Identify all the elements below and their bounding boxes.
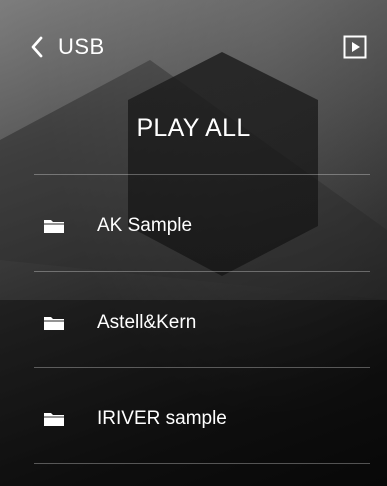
- folder-label: AK Sample: [97, 215, 193, 236]
- folder-item-ak-sample[interactable]: AK Sample: [34, 178, 370, 274]
- folder-icon: [44, 413, 64, 426]
- folder-item-iriver-sample[interactable]: IRIVER sample: [34, 371, 370, 467]
- divider: [34, 463, 370, 464]
- header-bar: USB: [0, 0, 387, 90]
- chevron-left-icon: [31, 36, 43, 58]
- divider: [34, 271, 370, 272]
- folder-icon: [44, 220, 64, 233]
- page-title: USB: [58, 34, 105, 59]
- folder-label: IRIVER sample: [97, 408, 227, 429]
- play-all-button[interactable]: PLAY ALL: [0, 105, 387, 151]
- play-box-icon[interactable]: [343, 35, 367, 59]
- back-button[interactable]: USB: [30, 30, 120, 64]
- usb-browser-screen: USB PLAY ALL AK Sample Astell&Kern IRIVE…: [0, 0, 387, 486]
- folder-item-astell-kern[interactable]: Astell&Kern: [34, 275, 370, 371]
- folder-icon: [44, 317, 64, 330]
- folder-label: Astell&Kern: [97, 312, 197, 333]
- divider: [34, 174, 370, 175]
- divider: [34, 367, 370, 368]
